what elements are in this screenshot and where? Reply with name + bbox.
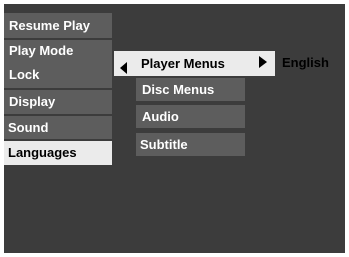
menu-item-label: Sound (8, 120, 49, 135)
submenu-item-audio[interactable]: Audio (136, 105, 245, 128)
arrow-left-icon[interactable] (120, 62, 127, 74)
menu-item-label: Languages (8, 145, 77, 160)
player-menus-value: English (282, 55, 329, 70)
menu-item-display[interactable]: Display (4, 90, 112, 114)
arrow-right-icon[interactable] (259, 56, 267, 68)
menu-item-languages[interactable]: Languages (4, 141, 112, 165)
submenu-item-label: Disc Menus (142, 82, 215, 97)
submenu-item-subtitle[interactable]: Subtitle (136, 133, 245, 156)
submenu-item-player-menus[interactable]: Player Menus (114, 51, 275, 76)
submenu-item-label: Subtitle (140, 137, 188, 152)
menu-item-label: Display (9, 94, 56, 109)
menu-item-resume-play[interactable]: Resume Play (4, 13, 112, 38)
menu-item-sound[interactable]: Sound (4, 116, 112, 139)
menu-item-label: Resume Play (9, 18, 90, 33)
menu-item-lock-label: Lock (9, 67, 40, 82)
submenu-item-label: Player Menus (141, 56, 225, 71)
menu-item-play-mode-lock[interactable]: Play Mode Lock (4, 40, 112, 88)
menu-item-play-mode-label: Play Mode (9, 43, 74, 58)
submenu-item-disc-menus[interactable]: Disc Menus (136, 78, 245, 101)
submenu-item-label: Audio (142, 109, 179, 124)
